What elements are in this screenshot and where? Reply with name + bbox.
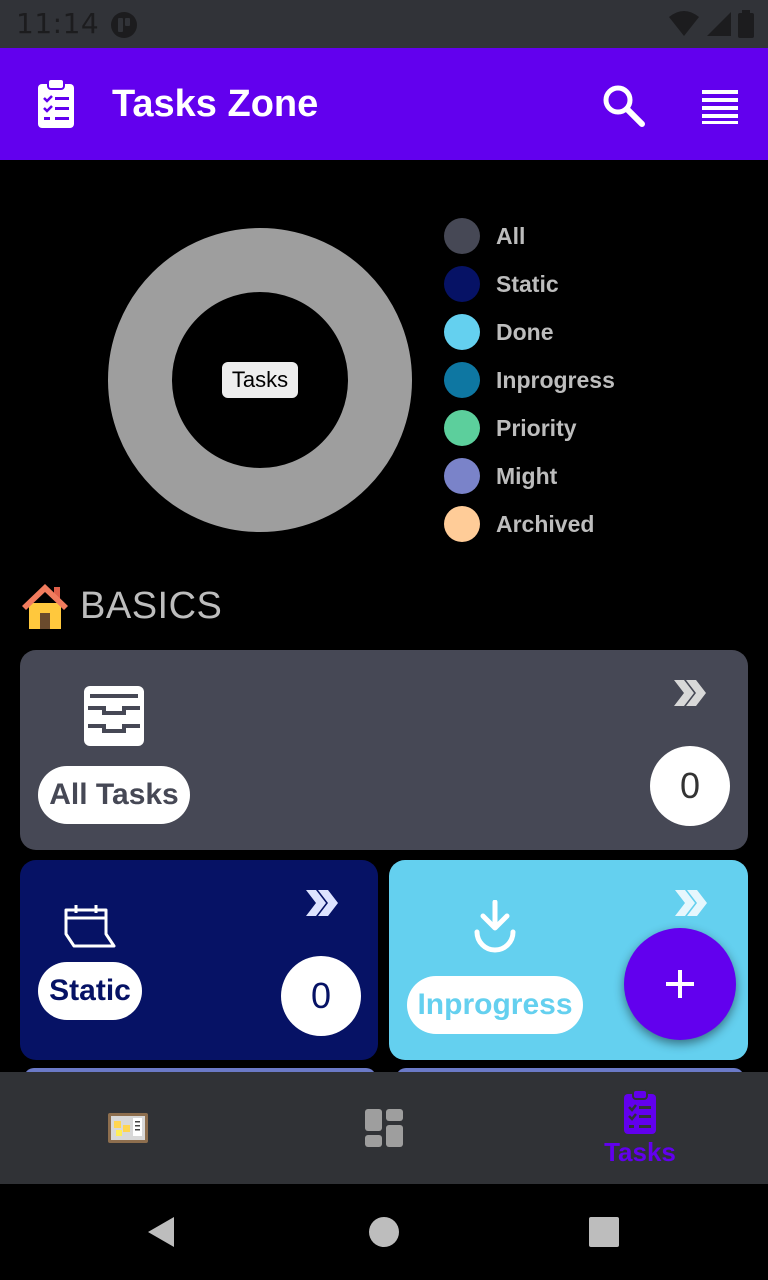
signal-icon bbox=[707, 12, 731, 36]
legend-label: Done bbox=[496, 318, 554, 345]
legend-item-priority[interactable]: Priority bbox=[444, 404, 615, 452]
legend-label: Static bbox=[496, 270, 559, 297]
add-task-button[interactable] bbox=[624, 928, 736, 1040]
legend-label: All bbox=[496, 222, 526, 249]
legend-item-inprogress[interactable]: Inprogress bbox=[444, 356, 615, 404]
nav-label-tasks: Tasks bbox=[604, 1136, 676, 1167]
legend-dot bbox=[444, 410, 480, 446]
legend-dot bbox=[444, 362, 480, 398]
search-icon[interactable] bbox=[600, 82, 646, 128]
nav-item-notes[interactable] bbox=[0, 1072, 256, 1184]
back-icon[interactable] bbox=[146, 1216, 176, 1248]
legend-label: Priority bbox=[496, 414, 577, 441]
chevron-double-right-icon bbox=[306, 890, 338, 916]
archive-drawer-icon bbox=[84, 686, 144, 746]
legend-label: Archived bbox=[496, 510, 595, 537]
status-bar: 11:14 bbox=[0, 0, 768, 48]
legend-dot bbox=[444, 506, 480, 542]
all-tasks-count: 0 bbox=[650, 746, 730, 826]
battery-icon bbox=[738, 10, 754, 38]
app-bar: Tasks Zone bbox=[0, 48, 768, 160]
legend-dot bbox=[444, 266, 480, 302]
system-navigation-bar bbox=[0, 1184, 768, 1280]
legend-item-archived[interactable]: Archived bbox=[444, 500, 615, 548]
legend-dot bbox=[444, 314, 480, 350]
app-title: Tasks Zone bbox=[112, 83, 319, 125]
card-static[interactable]: Static 0 bbox=[20, 860, 378, 1060]
nav-item-dashboard[interactable] bbox=[256, 1072, 512, 1184]
legend-dot bbox=[444, 458, 480, 494]
notice-board-icon bbox=[108, 1113, 148, 1143]
card-all-tasks[interactable]: All Tasks 0 bbox=[20, 650, 748, 850]
clipboard-list-icon bbox=[38, 78, 74, 128]
basics-section-header: BASICS bbox=[20, 580, 222, 632]
clipboard-list-icon bbox=[624, 1088, 656, 1134]
list-view-icon[interactable] bbox=[700, 86, 740, 126]
legend-dot bbox=[444, 218, 480, 254]
legend-item-all[interactable]: All bbox=[444, 212, 615, 260]
chevron-double-right-icon bbox=[675, 890, 707, 916]
notification-app-icon bbox=[111, 12, 137, 38]
wifi-icon bbox=[669, 11, 699, 36]
donut-center-label: Tasks bbox=[222, 362, 298, 398]
basics-title: BASICS bbox=[80, 584, 223, 627]
legend-label: Might bbox=[496, 462, 558, 489]
nav-item-tasks[interactable]: Tasks bbox=[512, 1072, 768, 1184]
legend-label: Inprogress bbox=[496, 366, 615, 393]
house-icon bbox=[22, 584, 68, 629]
legend-item-might[interactable]: Might bbox=[444, 452, 615, 500]
inprogress-label: Inprogress bbox=[407, 976, 583, 1034]
plus-icon bbox=[666, 970, 694, 998]
calendar-icon bbox=[64, 905, 116, 948]
chart-legend: All Static Done Inprogress Priority Migh… bbox=[444, 212, 615, 548]
download-progress-icon bbox=[474, 900, 516, 953]
dashboard-icon bbox=[365, 1109, 403, 1147]
static-label: Static bbox=[38, 962, 142, 1020]
legend-item-static[interactable]: Static bbox=[444, 260, 615, 308]
all-tasks-label: All Tasks bbox=[38, 766, 190, 824]
legend-item-done[interactable]: Done bbox=[444, 308, 615, 356]
chevron-double-right-icon bbox=[674, 680, 706, 706]
recents-icon[interactable] bbox=[588, 1216, 620, 1248]
home-icon[interactable] bbox=[368, 1216, 400, 1248]
bottom-navigation: Tasks bbox=[0, 1072, 768, 1184]
static-count: 0 bbox=[281, 956, 361, 1036]
status-time: 11:14 bbox=[16, 7, 100, 40]
